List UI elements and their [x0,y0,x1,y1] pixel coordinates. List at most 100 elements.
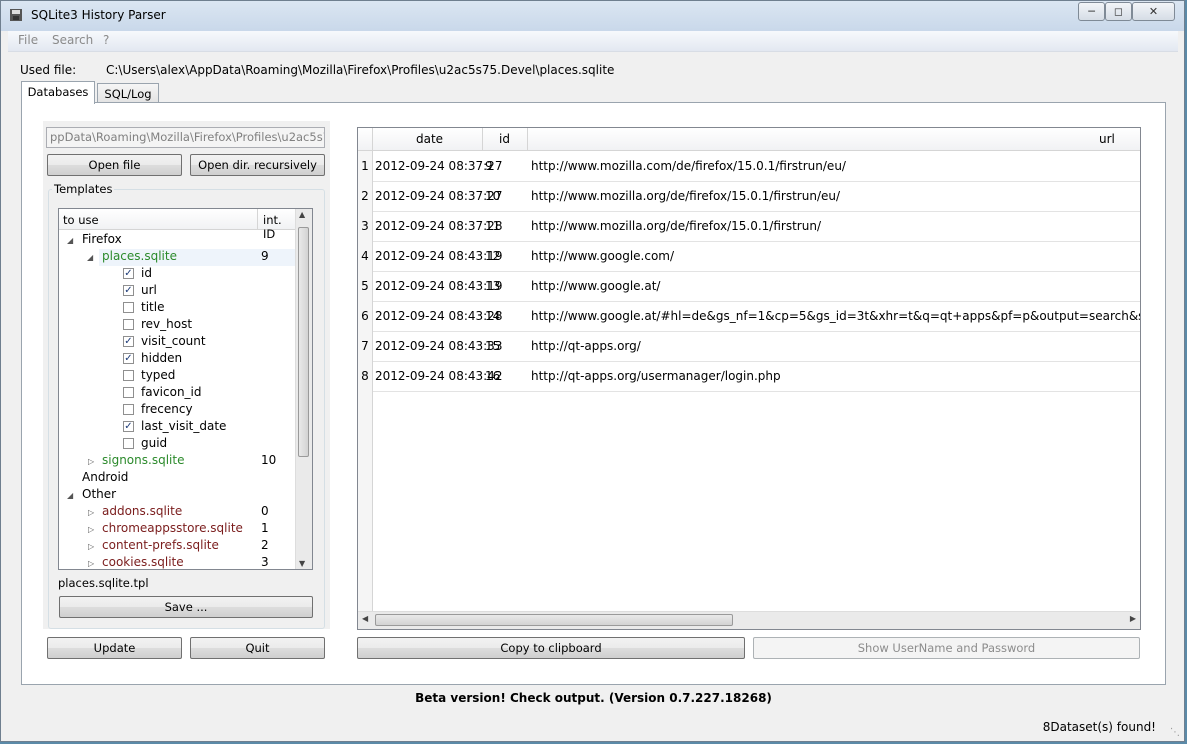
cell-date: 2012-09-24 08:37:27 [375,189,503,203]
resize-grip-icon[interactable]: ⋱ [1170,727,1180,738]
field-visit-count: visit_count [141,334,206,348]
tree-header-to-use[interactable]: to use [63,213,99,227]
field-guid: guid [141,436,168,450]
expanded-arrow-icon[interactable]: ◢ [67,236,73,245]
collapsed-arrow-icon[interactable]: ▷ [88,457,94,466]
checkbox-visit-count[interactable]: ✓ [123,336,134,347]
field-typed: typed [141,368,176,382]
cell-date: 2012-09-24 08:37:28 [375,219,503,233]
checkbox-frecency[interactable] [123,404,134,415]
maximize-button[interactable]: ◻ [1105,2,1132,21]
scrollbar-thumb[interactable] [375,614,733,626]
menu-search[interactable]: Search [52,33,93,47]
scroll-down-icon[interactable]: ▼ [299,559,305,568]
template-file-label: places.sqlite.tpl [58,576,149,590]
expanded-arrow-icon[interactable]: ◢ [87,253,93,262]
open-dir-recursively-button[interactable]: Open dir. recursively [190,154,325,176]
beta-status: Beta version! Check output. (Version 0.7… [415,691,772,705]
scrollbar-thumb[interactable] [298,227,309,457]
templates-tree[interactable]: to use int. ID ◢ Firefox ◢ places.sqlite… [58,208,313,570]
tree-node-cookies-sqlite[interactable]: cookies.sqlite [102,554,184,569]
tree-node-places-sqlite[interactable]: places.sqlite [102,248,177,265]
tab-databases[interactable]: Databases [21,81,95,104]
checkbox-id[interactable]: ✓ [123,268,134,279]
minimize-button[interactable]: ─ [1078,2,1105,21]
checkbox-url[interactable]: ✓ [123,285,134,296]
field-hidden: hidden [141,351,183,365]
checkbox-hidden[interactable]: ✓ [123,353,134,364]
tree-node-addons-sqlite[interactable]: addons.sqlite [102,503,182,520]
checkbox-title[interactable] [123,302,134,313]
menu-file[interactable]: File [18,33,38,47]
save-template-button[interactable]: Save ... [59,596,313,618]
table-row[interactable]: 8 2012-09-24 08:43:42 16 http://qt-apps.… [358,361,1140,392]
cell-id: 14 [485,309,501,323]
tree-node-id: 0 [261,504,269,518]
table-row[interactable]: 7 2012-09-24 08:43:33 15 http://qt-apps.… [358,331,1140,362]
collapsed-arrow-icon[interactable]: ▷ [88,508,94,517]
collapsed-arrow-icon[interactable]: ▷ [88,525,94,534]
expanded-arrow-icon[interactable]: ◢ [67,491,73,500]
cell-date: 2012-09-24 08:37:27 [375,159,503,173]
table-row[interactable]: 1 2012-09-24 08:37:27 9 http://www.mozil… [358,151,1140,182]
table-header: date id url [358,128,1140,151]
checkbox-last-visit-date[interactable]: ✓ [123,421,134,432]
cell-url: http://qt-apps.org/usermanager/login.php [531,369,781,383]
table-row[interactable]: 2 2012-09-24 08:37:27 10 http://www.mozi… [358,181,1140,212]
table-row[interactable]: 6 2012-09-24 08:43:28 14 http://www.goog… [358,301,1140,332]
copy-to-clipboard-button[interactable]: Copy to clipboard [357,637,745,659]
app-icon [10,9,22,21]
checkbox-guid[interactable] [123,438,134,449]
checkbox-favicon-id[interactable] [123,387,134,398]
checkbox-rev-host[interactable] [123,319,134,330]
cell-id: 15 [485,339,501,353]
column-header-date[interactable]: date [416,132,443,146]
menu-help[interactable]: ? [103,33,109,47]
collapsed-arrow-icon[interactable]: ▷ [88,542,94,551]
table-row[interactable]: 3 2012-09-24 08:37:28 11 http://www.mozi… [358,211,1140,242]
tab-sql-log[interactable]: SQL/Log [97,83,159,104]
app-window: SQLite3 History Parser ─ ◻ ✕ File Search… [0,0,1185,742]
scroll-right-icon[interactable]: ▶ [1130,614,1136,623]
title-bar: SQLite3 History Parser ─ ◻ ✕ [1,1,1184,31]
row-number: 1 [358,151,373,181]
cell-id: 13 [485,279,501,293]
tree-node-id: 9 [261,249,269,263]
cell-date: 2012-09-24 08:43:19 [375,279,503,293]
tree-node-android[interactable]: Android [82,469,128,486]
column-header-id[interactable]: id [499,132,510,146]
show-username-password-button[interactable]: Show UserName and Password [753,637,1140,659]
checkbox-typed[interactable] [123,370,134,381]
table-horizontal-scrollbar[interactable]: ◀ ▶ [358,611,1140,629]
cell-date: 2012-09-24 08:43:33 [375,339,503,353]
tree-node-content-prefs-sqlite[interactable]: content-prefs.sqlite [102,537,219,554]
row-number: 3 [358,211,373,241]
tree-header-int-id[interactable]: int. ID [263,213,297,241]
open-file-button[interactable]: Open file [47,154,182,176]
table-row[interactable]: 5 2012-09-24 08:43:19 13 http://www.goog… [358,271,1140,302]
collapsed-arrow-icon[interactable]: ▷ [88,559,94,568]
path-input[interactable]: ppData\Roaming\Mozilla\Firefox\Profiles\… [46,127,325,148]
tree-node-other[interactable]: Other [82,486,116,503]
close-icon: ✕ [1148,5,1159,18]
cell-id: 16 [485,369,501,383]
scroll-left-icon[interactable]: ◀ [362,614,368,623]
quit-button[interactable]: Quit [190,637,325,659]
tree-node-signons-sqlite[interactable]: signons.sqlite [102,452,184,469]
close-button[interactable]: ✕ [1132,2,1175,21]
table-row[interactable]: 4 2012-09-24 08:43:19 12 http://www.goog… [358,241,1140,272]
column-header-url[interactable]: url [1099,132,1115,146]
cell-date: 2012-09-24 08:43:42 [375,369,503,383]
tree-node-id: 10 [261,453,277,467]
row-number: 4 [358,241,373,271]
cell-id: 9 [485,159,493,173]
tree-node-chromeappsstore-sqlite[interactable]: chromeappsstore.sqlite [102,520,243,537]
tree-node-firefox[interactable]: Firefox [82,231,122,248]
results-table[interactable]: date id url 1 2012-09-24 08:37:27 9 http… [357,127,1141,630]
tree-node-id: 1 [261,521,269,535]
scroll-up-icon[interactable]: ▲ [299,210,305,219]
tree-vertical-scrollbar[interactable]: ▲ ▼ [295,209,312,569]
cell-url: http://www.mozilla.com/de/firefox/15.0.1… [531,159,846,173]
update-button[interactable]: Update [47,637,182,659]
field-last-visit-date: last_visit_date [141,419,227,433]
